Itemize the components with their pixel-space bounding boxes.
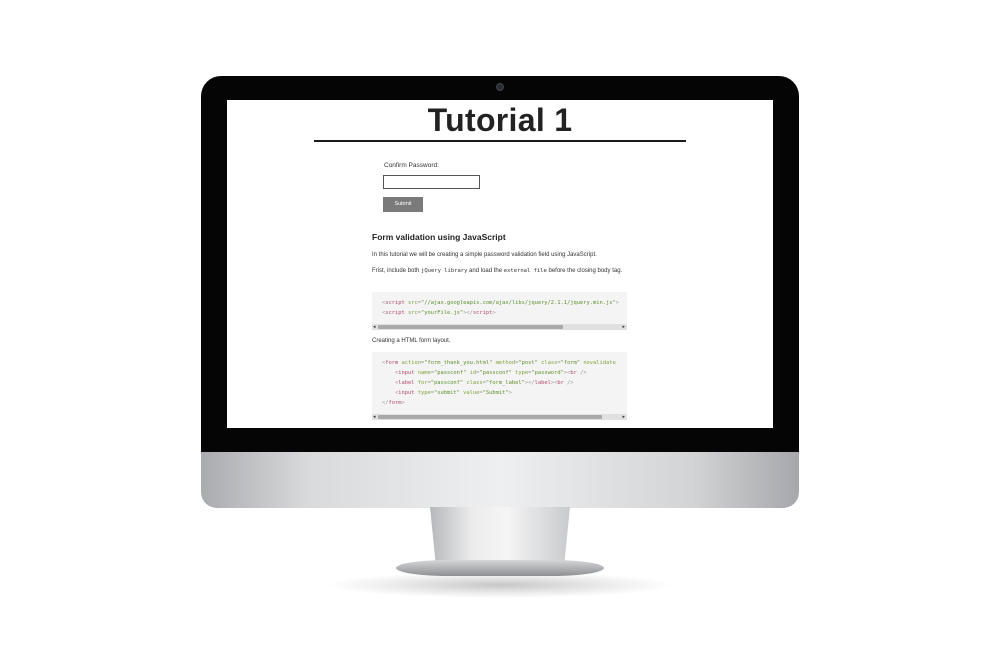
include-text-suffix: before the closing body tag. [546, 268, 623, 274]
code-line: <script src="yourFile.js"></script> [372, 308, 627, 318]
code-token: "passconf" [430, 380, 464, 386]
scroll-left-icon[interactable]: ◂ [373, 414, 376, 420]
code-token: < [382, 370, 399, 376]
code-token: < [382, 380, 399, 386]
monitor-stand-neck [430, 507, 570, 563]
code-token: novalidate [583, 360, 616, 366]
code-token: src [407, 300, 418, 306]
code-line: <label for="passconf" class="form_label"… [372, 378, 627, 388]
code-block-scripts: <script src="//ajax.googleapis.com/ajax/… [372, 292, 627, 330]
code-token: for [417, 380, 428, 386]
code-token: form [385, 360, 399, 366]
code-token: src [407, 310, 418, 316]
code-token: > [615, 300, 619, 306]
horizontal-scrollbar[interactable]: ◂ ▸ [372, 324, 627, 330]
scrollbar-thumb[interactable] [378, 325, 563, 329]
include-paragraph: Frist, include both jQuery library and l… [372, 266, 630, 276]
code-token: "passconf" [479, 370, 512, 376]
code-token: type [417, 390, 431, 396]
code-block-form: <form action="form_thank_you.html" metho… [372, 352, 627, 420]
code-token: "submit" [433, 390, 460, 396]
code-token: script [385, 310, 405, 316]
code-token: "form_thank_you.html" [424, 360, 493, 366]
code-token: name [417, 370, 431, 376]
code-token: /> [576, 370, 587, 376]
inline-code-jquery: jQuery library [421, 268, 468, 274]
code-token: "form_label" [485, 380, 525, 386]
horizontal-scrollbar[interactable]: ◂ ▸ [372, 414, 627, 420]
include-text-mid: and load the [467, 268, 504, 274]
code-line: <script src="//ajax.googleapis.com/ajax/… [372, 298, 627, 308]
confirm-password-label: Confirm Password: [384, 162, 439, 169]
scroll-left-icon[interactable]: ◂ [373, 324, 376, 330]
code-token: type [515, 370, 529, 376]
code-token: method [495, 360, 516, 366]
scrollbar-thumb[interactable] [378, 415, 602, 419]
code-token: "Submit" [482, 390, 509, 396]
inline-code-external-file: external file [503, 268, 547, 274]
code-token: input [398, 390, 415, 396]
code-token: script [385, 300, 405, 306]
code-token: value [463, 390, 480, 396]
code-token: ></ [463, 310, 473, 316]
monitor-chin [201, 452, 799, 508]
code-token: "password" [531, 370, 564, 376]
code-token: "post" [518, 360, 538, 366]
code-token: ></ [524, 380, 535, 386]
code-line: <form action="form_thank_you.html" metho… [372, 358, 627, 368]
code-token: "yourFile.js" [420, 310, 464, 316]
code-lines: <script src="//ajax.googleapis.com/ajax/… [372, 298, 627, 318]
code-token: script [472, 310, 493, 316]
monitor-stand-foot [396, 560, 604, 576]
code-token: form [388, 400, 402, 406]
code-token: input [398, 370, 415, 376]
title-divider [314, 140, 686, 142]
code-lines: <form action="form_thank_you.html" metho… [372, 358, 627, 408]
page-title: Tutorial 1 [427, 102, 573, 138]
code-token: class [466, 380, 483, 386]
code-token: class [541, 360, 558, 366]
code-line: </form> [372, 398, 627, 408]
code-token: label [398, 380, 415, 386]
code-token: "form" [560, 360, 581, 366]
code-token: /> [563, 380, 574, 386]
code-token: label [534, 380, 551, 386]
confirm-password-input[interactable] [383, 175, 480, 189]
code-token: < [382, 390, 399, 396]
scroll-right-icon[interactable]: ▸ [622, 324, 625, 330]
intro-paragraph: In this tutorial we will be creating a s… [372, 252, 597, 258]
code-token: action [401, 360, 421, 366]
code-line: <input type="submit" value="Submit"> [372, 388, 627, 398]
webcam-icon [496, 83, 504, 91]
code-token: > [492, 310, 496, 316]
scroll-right-icon[interactable]: ▸ [622, 414, 625, 420]
article-heading: Form validation using JavaScript [372, 232, 506, 242]
code-token: > [508, 390, 512, 396]
screen: Tutorial 1 Confirm Password: Submit Form… [227, 100, 773, 428]
code-token: > [401, 400, 405, 406]
code-token: "//ajax.googleapis.com/ajax/libs/jquery/… [420, 300, 616, 306]
code-token: "passconf" [433, 370, 467, 376]
submit-button[interactable]: Submit [383, 197, 423, 212]
layout-paragraph: Creating a HTML form layout. [372, 338, 451, 344]
code-line: <input name="passconf" id="passconf" typ… [372, 368, 627, 378]
include-text-prefix: Frist, include both [372, 268, 422, 274]
